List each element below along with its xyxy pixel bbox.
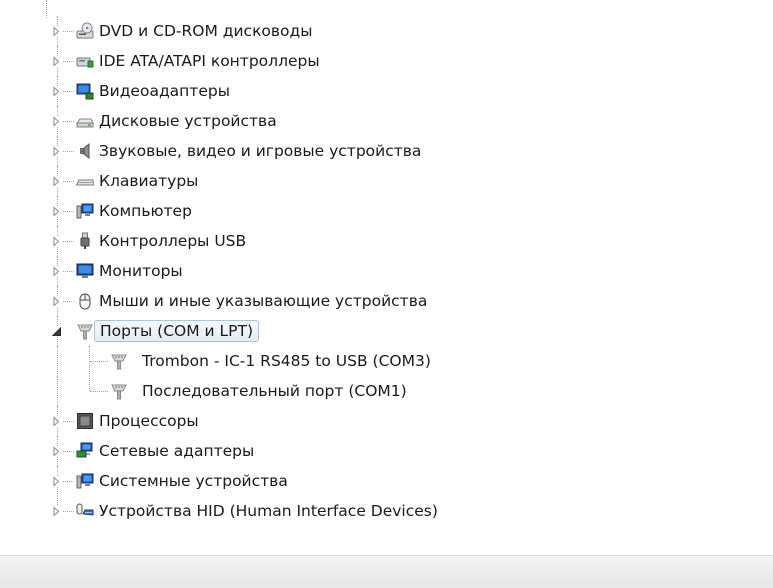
tree-item-monitors[interactable]: Мониторы: [0, 256, 773, 286]
mouse-icon: [76, 292, 94, 310]
computer-icon: [76, 202, 94, 220]
status-bar: [0, 555, 773, 588]
expand-arrow-icon[interactable]: [51, 56, 62, 67]
tree-item-mice[interactable]: Мыши и иные указывающие устройства: [0, 286, 773, 316]
tree-item-system-devices[interactable]: Системные устройства: [0, 466, 773, 496]
tree-item-label: Контроллеры USB: [99, 232, 247, 250]
tree-item-label: Мониторы: [99, 262, 183, 280]
expand-arrow-icon[interactable]: [51, 116, 62, 127]
usb-plug-icon: [76, 232, 94, 250]
tree-item-label: IDE ATA/ATAPI контроллеры: [99, 52, 320, 70]
tree-item-processors[interactable]: Процессоры: [0, 406, 773, 436]
tree-item-sound-devices[interactable]: Звуковые, видео и игровые устройства: [0, 136, 773, 166]
tree-item-label: Процессоры: [99, 412, 199, 430]
tree-item-label: Trombon - IC-1 RS485 to USB (COM3): [142, 352, 431, 370]
tree-item-label: Мыши и иные указывающие устройства: [99, 292, 428, 310]
tree-item-ide-controllers[interactable]: IDE ATA/ATAPI контроллеры: [0, 46, 773, 76]
expand-arrow-icon[interactable]: [51, 86, 62, 97]
tree-item-label: Видеоадаптеры: [99, 82, 230, 100]
tree-guide-line: [90, 361, 108, 363]
expand-arrow-icon[interactable]: [51, 446, 62, 457]
tree-item-label: Сетевые адаптеры: [99, 442, 255, 460]
tree-item-label: Клавиатуры: [99, 172, 199, 190]
disk-drive-icon: [76, 112, 94, 130]
monitor-icon: [76, 262, 94, 280]
expand-arrow-icon[interactable]: [51, 476, 62, 487]
tree-item-computer[interactable]: Компьютер: [0, 196, 773, 226]
tree-item-hid-devices[interactable]: Устройства HID (Human Interface Devices): [0, 496, 773, 526]
network-adapter-icon: [76, 442, 94, 460]
device-manager-window: DVD и CD-ROM дисководы IDE ATA/ATAPI кон…: [0, 0, 773, 588]
port-icon: [110, 352, 128, 370]
system-device-icon: [76, 472, 94, 490]
tree-item-video-adapters[interactable]: Видеоадаптеры: [0, 76, 773, 106]
expand-arrow-icon[interactable]: [51, 206, 62, 217]
tree-item-keyboards[interactable]: Клавиатуры: [0, 166, 773, 196]
tree-item-ports[interactable]: Порты (COM и LPT): [0, 316, 773, 346]
device-tree[interactable]: DVD и CD-ROM дисководы IDE ATA/ATAPI кон…: [0, 0, 773, 555]
tree-item-label: Системные устройства: [99, 472, 288, 490]
expand-arrow-icon[interactable]: [51, 416, 62, 427]
tree-item-label: Компьютер: [99, 202, 192, 220]
tree-item-port-com3[interactable]: Trombon - IC-1 RS485 to USB (COM3): [0, 346, 773, 376]
port-icon: [76, 322, 94, 340]
tree-item-label: Последовательный порт (COM1): [142, 382, 407, 400]
processor-icon: [76, 412, 94, 430]
expand-arrow-icon[interactable]: [51, 506, 62, 517]
tree-item-label: Устройства HID (Human Interface Devices): [99, 502, 438, 520]
tree-item-label: Порты (COM и LPT): [94, 320, 260, 342]
tree-item-disk-drives[interactable]: Дисковые устройства: [0, 106, 773, 136]
port-icon: [110, 382, 128, 400]
tree-item-network-adapters[interactable]: Сетевые адаптеры: [0, 436, 773, 466]
expand-arrow-icon[interactable]: [51, 236, 62, 247]
tree-item-label: Дисковые устройства: [99, 112, 277, 130]
tree-item-port-com1[interactable]: Последовательный порт (COM1): [0, 376, 773, 406]
ide-controller-icon: [76, 52, 94, 70]
keyboard-icon: [76, 172, 94, 190]
dvd-drive-icon: [76, 22, 94, 40]
tree-guide-line: [90, 391, 108, 393]
expand-arrow-icon[interactable]: [51, 146, 62, 157]
video-adapter-icon: [76, 82, 94, 100]
expand-arrow-icon[interactable]: [51, 296, 62, 307]
tree-guide-line: [89, 376, 91, 391]
expand-arrow-icon[interactable]: [51, 176, 62, 187]
speaker-icon: [76, 142, 94, 160]
hid-device-icon: [76, 502, 94, 520]
expand-arrow-icon[interactable]: [51, 266, 62, 277]
tree-guide-line: [57, 346, 59, 376]
tree-item-usb-controllers[interactable]: Контроллеры USB: [0, 226, 773, 256]
tree-item-label: DVD и CD-ROM дисководы: [99, 22, 313, 40]
tree-guide-line: [57, 376, 59, 406]
expand-arrow-icon[interactable]: [51, 26, 62, 37]
tree-item-dvd-cdrom[interactable]: DVD и CD-ROM дисководы: [0, 16, 773, 46]
collapse-arrow-icon[interactable]: [51, 326, 62, 337]
tree-item-label: Звуковые, видео и игровые устройства: [99, 142, 422, 160]
